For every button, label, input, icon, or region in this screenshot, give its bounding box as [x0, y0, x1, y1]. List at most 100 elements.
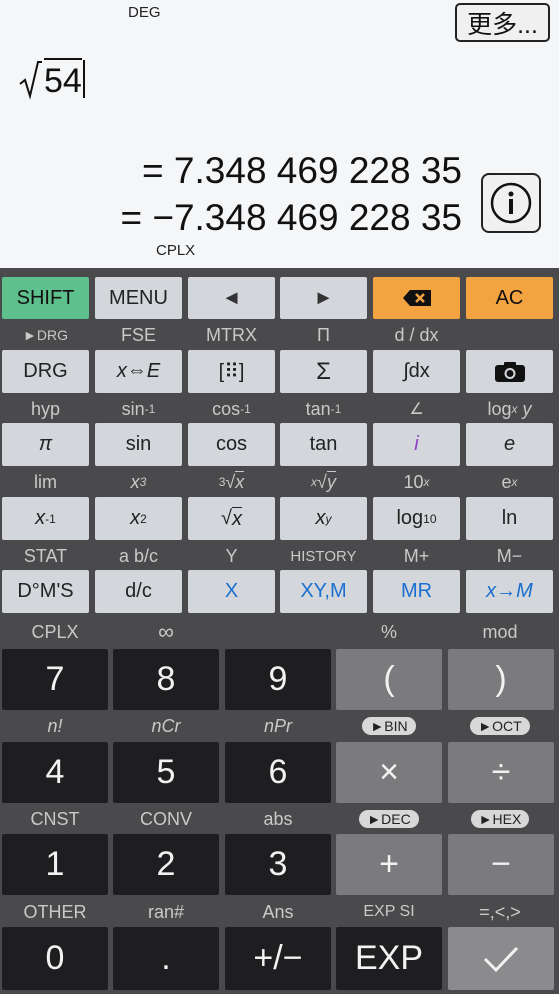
label-percent: % [380, 621, 397, 642]
cursor-right-key[interactable]: ► [280, 277, 367, 319]
expression-text: 54 [44, 57, 82, 101]
label-mminus: M− [496, 545, 523, 566]
fraction-key[interactable]: d/c [95, 570, 182, 613]
label-npr: nPr [263, 715, 292, 736]
ln-key[interactable]: ln [466, 497, 553, 540]
digit-3-key[interactable]: 3 [225, 834, 331, 895]
digit-5-key[interactable]: 5 [113, 742, 219, 803]
log10-key[interactable]: log 10 [373, 497, 460, 540]
exp-key[interactable]: EXP [336, 927, 442, 990]
label-oct: ►OCT [470, 717, 530, 735]
digit-7-key[interactable]: 7 [2, 649, 108, 710]
label-xrooty: x √ y [311, 471, 336, 492]
label-bin: ►BIN [362, 717, 416, 735]
drg-key[interactable]: DRG [2, 350, 89, 393]
dms-key[interactable]: D°M'S [2, 570, 89, 613]
label-bin-wrap: ►BIN [334, 714, 444, 738]
digit-6-key[interactable]: 6 [225, 742, 331, 803]
x-e-swap-key[interactable]: x⇔E [95, 350, 182, 393]
decimal-key[interactable]: . [113, 927, 219, 990]
label-infinity: ∞ [158, 619, 174, 644]
label-acos: cos -1 [212, 398, 251, 419]
backspace-icon [402, 290, 431, 306]
xym-key[interactable]: XY,M [280, 570, 367, 613]
power-key[interactable]: xy [280, 497, 367, 540]
open-paren-key[interactable]: ( [336, 649, 442, 710]
label-derivative: d / dx [394, 324, 439, 345]
cursor-left-key[interactable]: ◄ [188, 277, 275, 319]
tan-key[interactable]: tan [280, 423, 367, 466]
more-button[interactable]: 更多... [455, 3, 550, 42]
divide-key[interactable]: ÷ [448, 742, 554, 803]
result-secondary: = −7.348 469 228 35 [120, 197, 462, 238]
label-exp-pow: ex [501, 471, 518, 492]
multiply-key[interactable]: × [336, 742, 442, 803]
negate-key[interactable]: +/− [225, 927, 331, 990]
camera-icon [494, 361, 525, 382]
matrix-key[interactable]: [⠿] [188, 350, 275, 393]
plus-key[interactable]: + [336, 834, 442, 895]
label-ten-pow: 10 x [403, 471, 430, 492]
info-icon [490, 182, 532, 224]
sin-key[interactable]: sin [95, 423, 182, 466]
digit-9-key[interactable]: 9 [225, 649, 331, 710]
label-product: Π [317, 324, 330, 345]
label-cplx: CPLX [31, 621, 79, 642]
label-fraction: a b/c [118, 545, 159, 566]
digit-0-key[interactable]: 0 [2, 927, 108, 990]
ac-key[interactable]: AC [466, 277, 553, 319]
label-angle: ∠ [409, 401, 424, 418]
label-conv: CONV [139, 808, 192, 829]
digit-2-key[interactable]: 2 [113, 834, 219, 895]
label-compare: =,<,> [479, 901, 521, 922]
sqrt-icon [19, 61, 42, 100]
close-paren-key[interactable]: ) [448, 649, 554, 710]
label-oct-wrap: ►OCT [445, 714, 555, 738]
menu-key[interactable]: MENU [95, 277, 182, 319]
backspace-key[interactable] [373, 277, 460, 319]
label-atan: tan -1 [305, 398, 342, 419]
cos-key[interactable]: cos [188, 423, 275, 466]
minus-key[interactable]: − [448, 834, 554, 895]
digit-1-key[interactable]: 1 [2, 834, 108, 895]
digit-4-key[interactable]: 4 [2, 742, 108, 803]
equals-key[interactable] [448, 927, 554, 990]
square-key[interactable]: x2 [95, 497, 182, 540]
label-ncr: nCr [151, 715, 181, 736]
label-hex-wrap: ►HEX [445, 807, 555, 831]
label-asin: sin -1 [121, 398, 156, 419]
label-abs: abs [263, 808, 293, 829]
label-cube: x3 [130, 471, 147, 492]
label-y: Y [225, 545, 238, 566]
sigma-key[interactable]: Σ [280, 350, 367, 393]
label-history: HISTORY [290, 547, 357, 565]
cplx-indicator: CPLX [156, 242, 196, 259]
label-mtrx: MTRX [206, 324, 257, 345]
checkmark-icon [483, 946, 519, 972]
label-hyp: hyp [30, 398, 61, 419]
camera-key[interactable] [466, 350, 553, 393]
sqrt-key[interactable]: √ x [188, 497, 275, 540]
label-fse: FSE [120, 324, 156, 345]
integral-key[interactable]: ∫dx [373, 350, 460, 393]
label-mod: mod [482, 621, 518, 642]
var-x-key[interactable]: X [188, 570, 275, 613]
label-factorial: n! [47, 715, 63, 736]
store-m-key[interactable]: x→M [466, 570, 553, 613]
info-button[interactable] [481, 173, 541, 233]
digit-8-key[interactable]: 8 [113, 649, 219, 710]
label-hex: ►HEX [470, 810, 530, 828]
expression-line[interactable]: 54 [18, 56, 85, 102]
label-cnst: CNST [30, 808, 80, 829]
shift-key[interactable]: SHIFT [2, 277, 89, 319]
imaginary-key[interactable]: i [373, 423, 460, 466]
display-area: DEG 更多... 54 = 7.348 469 228 35 = −7.348… [0, 0, 559, 268]
label-cbrt: 3 √ x [218, 471, 245, 492]
text-cursor [82, 60, 85, 98]
euler-key[interactable]: e [466, 423, 553, 466]
pi-key[interactable]: π [2, 423, 89, 466]
reciprocal-key[interactable]: x -1 [2, 497, 89, 540]
mr-key[interactable]: MR [373, 570, 460, 613]
label-other: OTHER [23, 901, 87, 922]
label-lim: lim [34, 471, 57, 492]
